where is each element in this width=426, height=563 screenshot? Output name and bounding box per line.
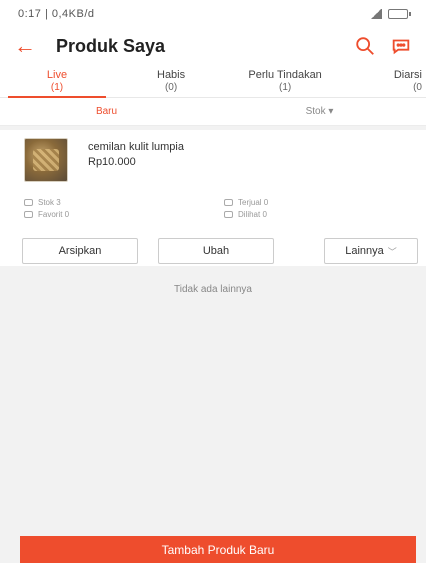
- tab-label: Habis: [157, 69, 186, 81]
- tab-label: Perlu Tindakan: [248, 69, 322, 81]
- no-more-items-text: Tidak ada lainnya: [173, 284, 252, 295]
- eye-icon: [224, 211, 233, 218]
- chevron-down-icon: ﹀: [387, 246, 397, 257]
- stat-favorite-text: Favorit 0: [38, 210, 70, 219]
- battery-icon: [388, 9, 411, 19]
- stock-icon: [24, 199, 33, 206]
- search-icon[interactable]: [354, 35, 376, 57]
- tab-count: (0): [164, 82, 178, 93]
- archive-button[interactable]: Arsipkan: [22, 238, 138, 264]
- arrow-left-icon[interactable]: ←: [14, 35, 42, 57]
- tab-count: (0: [413, 82, 422, 93]
- chat-icon[interactable]: [390, 35, 412, 57]
- add-new-product-button[interactable]: Tambah Produk Baru: [20, 536, 416, 563]
- edit-button[interactable]: Ubah: [158, 238, 274, 264]
- status-text: 0:17 | 0,4KB/d: [18, 8, 95, 20]
- tab-perlu-tindakan[interactable]: Perlu Tindakan (1): [228, 64, 342, 97]
- sold-icon: [224, 199, 233, 206]
- product-price: Rp10.000: [88, 156, 136, 168]
- status-icons: [370, 9, 411, 19]
- stat-stock: Stok 3: [24, 198, 61, 207]
- tab-label: Diarsi: [393, 69, 422, 81]
- stat-sold-text: Terjual 0: [238, 198, 269, 207]
- stat-views-text: Dilihat 0: [238, 210, 267, 219]
- status-tabs: Live (1) Habis (0) Perlu Tindakan (1) Di…: [0, 64, 426, 98]
- sort-newest[interactable]: Baru: [0, 106, 213, 117]
- heart-icon: [24, 211, 33, 218]
- tab-count: (1): [279, 82, 292, 93]
- product-thumbnail[interactable]: [24, 138, 68, 182]
- stat-stock-text: Stok 3: [38, 198, 61, 207]
- status-bar: 0:17 | 0,4KB/d: [0, 0, 426, 28]
- product-card[interactable]: cemilan kulit lumpia Rp10.000 Stok 3 Fav…: [0, 130, 426, 266]
- tab-diarsipkan[interactable]: Diarsi (0: [342, 64, 426, 97]
- product-name: cemilan kulit lumpia: [88, 141, 184, 153]
- stat-sold: Terjual 0: [224, 198, 268, 207]
- more-label: Lainnya: [345, 245, 384, 257]
- app-header: ← Produk Saya: [0, 28, 426, 64]
- page-title: Produk Saya: [56, 35, 166, 56]
- sort-filter-bar: Baru Stok ▾: [0, 98, 426, 126]
- sort-stock-dropdown[interactable]: Stok ▾: [213, 106, 426, 117]
- tab-label: Live: [46, 69, 68, 81]
- product-actions: Arsipkan Ubah Lainnya ﹀: [22, 238, 418, 264]
- tab-count: (1): [50, 82, 64, 93]
- tab-live[interactable]: Live (1): [0, 64, 114, 98]
- more-button[interactable]: Lainnya ﹀: [324, 238, 418, 264]
- signal-icon: [370, 9, 382, 19]
- tab-habis[interactable]: Habis (0): [114, 64, 228, 97]
- stat-views: Dilihat 0: [224, 210, 267, 219]
- stat-favorite: Favorit 0: [24, 210, 69, 219]
